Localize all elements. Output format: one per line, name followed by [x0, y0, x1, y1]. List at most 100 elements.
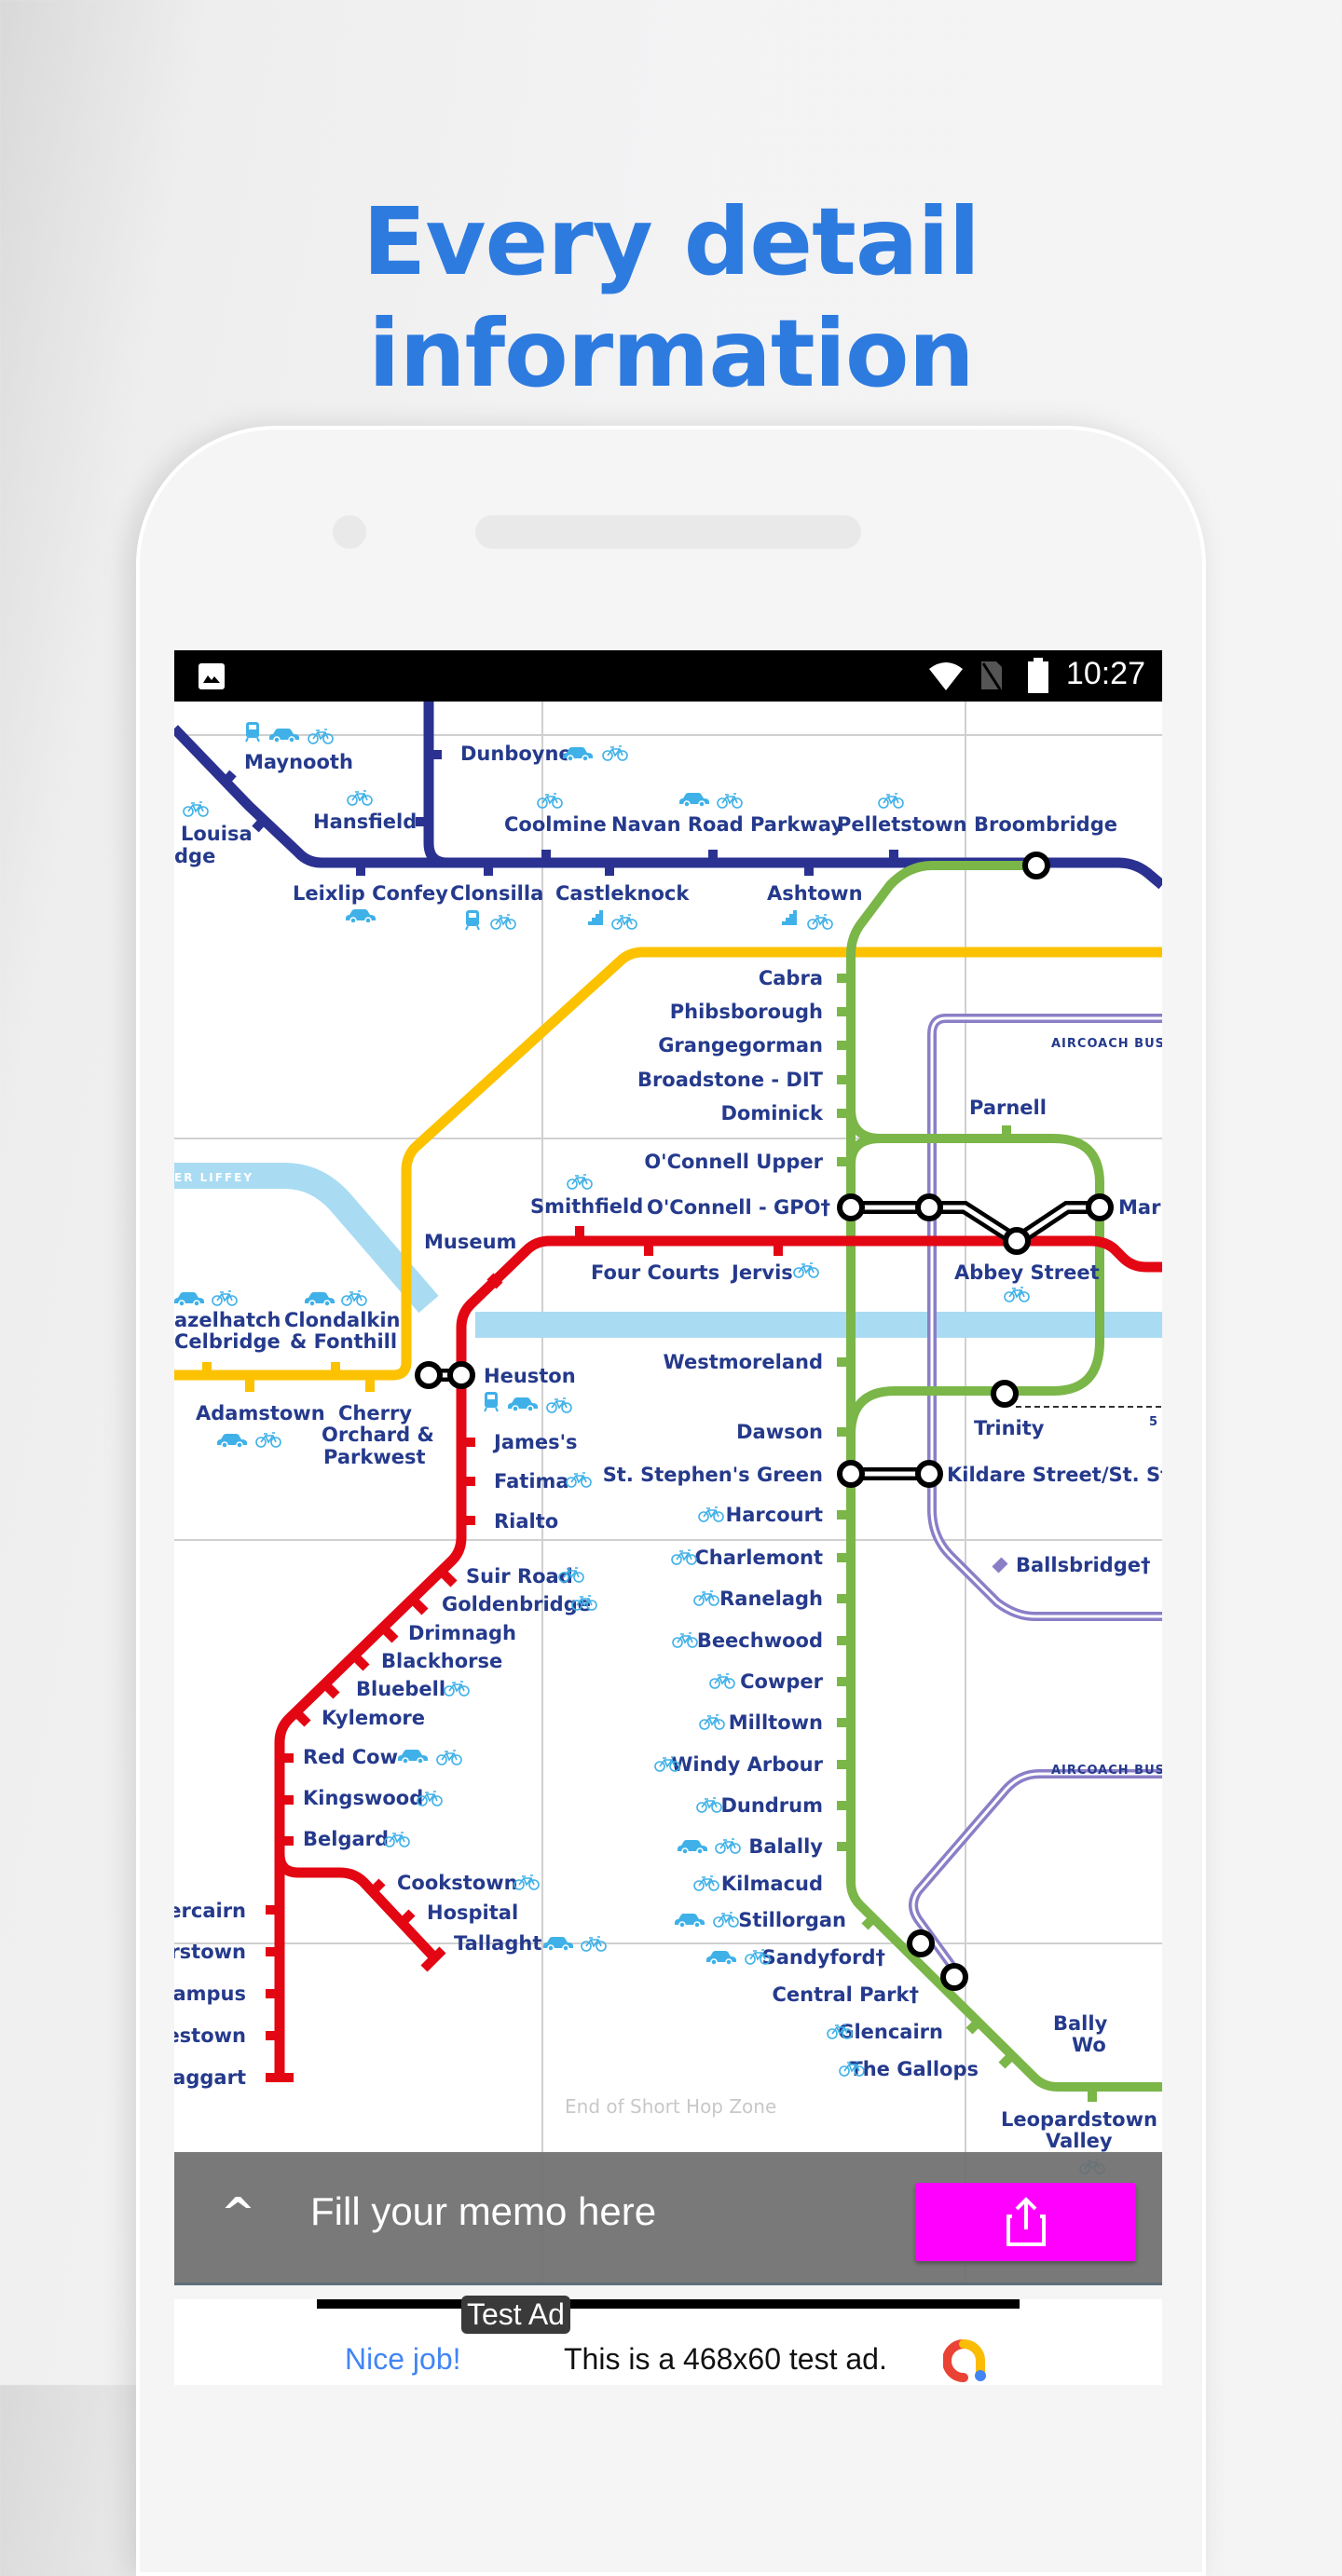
memo-input[interactable]: Fill your memo here — [310, 2189, 656, 2234]
station-maynooth[interactable]: Maynooth — [244, 751, 353, 773]
station-leopardstown-valley-2[interactable]: Valley — [1046, 2130, 1113, 2152]
station-castleknock[interactable]: Castleknock — [555, 882, 690, 905]
car-icon — [268, 728, 300, 743]
station-central-park[interactable]: Central Park† — [773, 1983, 920, 2006]
station-heuston[interactable]: Heuston — [484, 1365, 576, 1387]
station-louisa-bridge[interactable]: Louisa — [181, 823, 253, 845]
chevron-up-icon[interactable]: ^ — [221, 2189, 255, 2237]
station-hazelhatch[interactable]: azelhatch — [174, 1309, 281, 1331]
station-kildare-street[interactable]: Kildare Street/St. Ste — [947, 1464, 1162, 1486]
station-tallaght[interactable]: Tallaght — [454, 1932, 541, 1955]
station-the-gallops[interactable]: The Gallops — [849, 2058, 979, 2080]
station-fatima[interactable]: Fatima — [494, 1470, 569, 1492]
station-citywest-campus[interactable]: Campus — [174, 1983, 246, 2005]
interchange-kildare-street — [915, 1460, 943, 1488]
station-cherry-orchard-2[interactable]: Orchard & — [322, 1424, 434, 1446]
station-suir-road[interactable]: Suir Road — [466, 1565, 573, 1588]
station-hansfield[interactable]: Hansfield — [313, 811, 417, 833]
bicycle-icon — [698, 1506, 724, 1522]
ad-banner[interactable]: Test Ad Nice job! This is a 468x60 test … — [317, 2296, 1020, 2385]
station-blackhorse[interactable]: Blackhorse — [381, 1650, 502, 1672]
station-harcourt[interactable]: Harcourt — [726, 1504, 823, 1526]
station-red-cow[interactable]: Red Cow — [303, 1746, 398, 1768]
station-abbey-street[interactable]: Abbey Street — [954, 1261, 1100, 1284]
station-coolmine[interactable]: Coolmine — [504, 813, 607, 836]
station-grangegorman[interactable]: Grangegorman — [658, 1034, 823, 1056]
station-four-courts[interactable]: Four Courts — [591, 1261, 719, 1284]
station-fortunestown[interactable]: estown — [174, 2024, 246, 2047]
share-icon — [1006, 2197, 1046, 2246]
station-dominick[interactable]: Dominick — [720, 1102, 824, 1124]
station-kylemore[interactable]: Kylemore — [322, 1707, 425, 1729]
station-rialto[interactable]: Rialto — [494, 1510, 558, 1533]
station-adamstown[interactable]: Adamstown — [196, 1402, 325, 1424]
station-leixlip-confey[interactable]: Leixlip Confey — [293, 882, 448, 905]
station-museum[interactable]: Museum — [424, 1231, 516, 1253]
station-cowper[interactable]: Cowper — [740, 1670, 824, 1693]
ad-body[interactable]: This is a 468x60 test ad. — [564, 2342, 887, 2377]
station-sandyford[interactable]: Sandyford† — [762, 1946, 885, 1969]
station-jervis[interactable]: Jervis — [730, 1261, 793, 1284]
station-stillorgan[interactable]: Stillorgan — [738, 1909, 846, 1931]
station-cheeverstown[interactable]: erstown — [174, 1941, 246, 1963]
transit-map[interactable]: ER LIFFEY Maynooth Louisa dge Hansfield … — [174, 702, 1162, 2285]
station-bluebell[interactable]: Bluebell — [356, 1678, 445, 1700]
station-hazelhatch-2[interactable]: Celbridge — [174, 1330, 281, 1353]
station-leopardstown-valley[interactable]: Leopardstown — [1001, 2108, 1157, 2131]
station-bally-2[interactable]: Wo — [1072, 2034, 1106, 2056]
station-milltown[interactable]: Milltown — [729, 1711, 823, 1734]
train-icon — [484, 1391, 499, 1412]
headline-line-1: Every detail — [363, 187, 980, 296]
station-pelletstown[interactable]: Pelletstown — [837, 813, 967, 836]
station-oconnell-gpo[interactable]: O'Connell - GPO† — [647, 1196, 830, 1219]
station-drimnagh[interactable]: Drimnagh — [408, 1622, 516, 1644]
station-saggart[interactable]: Saggart — [174, 2066, 246, 2089]
station-ranelagh[interactable]: Ranelagh — [719, 1588, 823, 1610]
station-cabra[interactable]: Cabra — [759, 967, 823, 989]
bicycle-icon — [566, 1472, 592, 1488]
station-goldenbridge[interactable]: Goldenbridge — [442, 1593, 591, 1615]
station-ballsbridge[interactable]: Ballsbridge† — [1016, 1554, 1150, 1576]
station-beechwood[interactable]: Beechwood — [697, 1629, 823, 1652]
ad-headline[interactable]: Nice job! — [345, 2342, 461, 2377]
station-louisa-bridge-2[interactable]: dge — [174, 845, 215, 867]
station-cookstown[interactable]: Cookstown — [397, 1872, 518, 1894]
station-clondalkin-2[interactable]: & Fonthill — [290, 1330, 397, 1353]
station-charlemont[interactable]: Charlemont — [694, 1547, 823, 1569]
station-westmoreland[interactable]: Westmoreland — [664, 1351, 823, 1373]
station-bally[interactable]: Bally — [1053, 2012, 1108, 2035]
station-broombridge[interactable]: Broombridge — [974, 813, 1117, 836]
station-st-stephens-green[interactable]: St. Stephen's Green — [603, 1464, 823, 1486]
station-clonsilla[interactable]: Clonsilla — [450, 882, 543, 905]
station-marlborough[interactable]: Marl — [1118, 1196, 1162, 1219]
station-clondalkin[interactable]: Clondalkin — [284, 1309, 401, 1331]
admob-logo-icon — [943, 2339, 986, 2382]
station-smithfield[interactable]: Smithfield — [530, 1195, 643, 1218]
station-balally[interactable]: Balally — [748, 1835, 823, 1858]
interchange-oconnell-gpo — [837, 1193, 865, 1221]
station-broadstone[interactable]: Broadstone - DIT — [637, 1069, 824, 1091]
bicycle-icon — [693, 1875, 719, 1891]
station-dundrum[interactable]: Dundrum — [720, 1794, 823, 1817]
station-fettercairn[interactable]: tercairn — [174, 1900, 246, 1922]
share-button[interactable] — [915, 2183, 1136, 2261]
station-navan-road-parkway[interactable]: Navan Road Parkway — [611, 813, 843, 836]
station-cherry-orchard-3[interactable]: Parkwest — [323, 1446, 426, 1468]
bicycle-icon — [255, 1432, 281, 1448]
station-belgard[interactable]: Belgard — [303, 1828, 389, 1850]
station-parnell[interactable]: Parnell — [969, 1097, 1047, 1119]
station-trinity[interactable]: Trinity — [974, 1417, 1045, 1439]
station-phibsborough[interactable]: Phibsborough — [670, 1001, 823, 1023]
station-ashtown[interactable]: Ashtown — [767, 882, 863, 905]
station-kilmacud[interactable]: Kilmacud — [721, 1873, 823, 1895]
station-dawson[interactable]: Dawson — [736, 1421, 823, 1443]
station-glencairn[interactable]: Glencairn — [838, 2021, 943, 2043]
station-dunboyne[interactable]: Dunboyne — [460, 743, 572, 765]
phone-speaker — [475, 515, 861, 549]
station-hospital[interactable]: Hospital — [427, 1901, 518, 1924]
station-windy-arbour[interactable]: Windy Arbour — [671, 1753, 823, 1776]
station-cherry-orchard[interactable]: Cherry — [338, 1402, 412, 1424]
station-kingswood[interactable]: Kingswood — [303, 1787, 423, 1809]
station-oconnell-upper[interactable]: O'Connell Upper — [644, 1151, 823, 1173]
station-jamess[interactable]: James's — [492, 1431, 578, 1453]
